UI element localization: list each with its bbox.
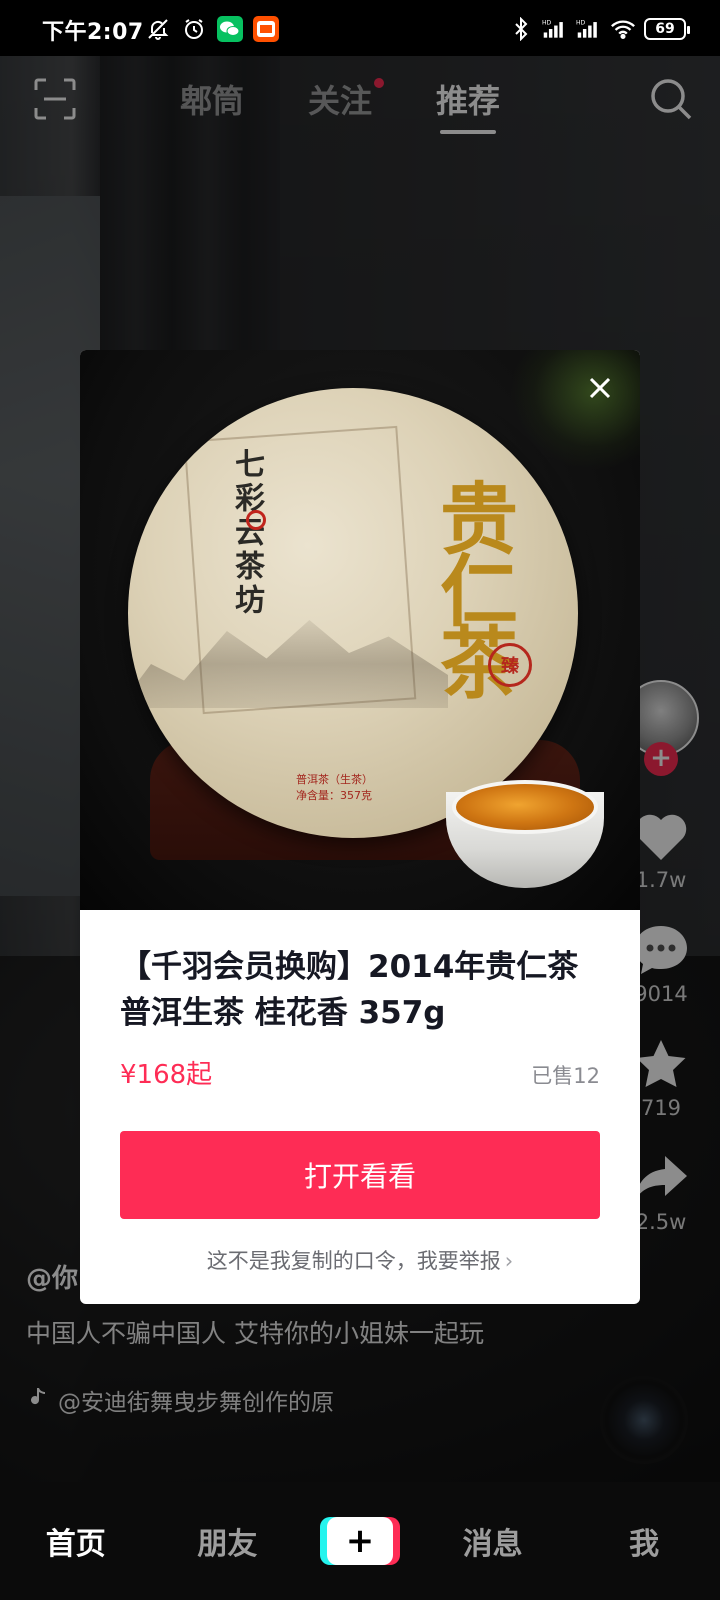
price-row: ¥168起 已售12 (120, 1054, 600, 1091)
svg-text:HD: HD (576, 20, 586, 27)
brand-text: 七彩云茶坊 (229, 448, 264, 618)
status-left-icons (145, 16, 279, 42)
status-time: 下午2:07 (42, 20, 144, 45)
cake-label: 普洱茶（生茶） 净含量：357克 (296, 772, 373, 804)
taobao-icon (253, 16, 279, 42)
cake-label-line2: 净含量：357克 (296, 789, 372, 802)
product-price: ¥168起 (120, 1060, 213, 1090)
modal-body: 【千羽会员换购】2014年贵仁茶 普洱生茶 桂花香 357g ¥168起 已售1… (80, 910, 640, 1275)
red-seal: 臻 (488, 643, 532, 687)
screen: 下午2:07 HD HD 69 郫筒 关注 推荐 + 1.7w 9014 719… (0, 0, 720, 1600)
bottom-tab-bar: 首页 朋友 + 消息 我 (0, 1482, 720, 1600)
brand-seal-icon (246, 510, 266, 530)
tab-home[interactable]: 首页 (21, 1519, 131, 1563)
battery-level: 69 (655, 21, 675, 37)
tab-me[interactable]: 我 (589, 1519, 699, 1563)
chevron-right-icon: › (504, 1249, 514, 1273)
close-icon (589, 377, 611, 399)
report-link[interactable]: 这不是我复制的口令，我要举报 › (120, 1245, 600, 1275)
wifi-icon (610, 16, 636, 42)
sold-count: 已售12 (531, 1064, 600, 1088)
battery-icon: 69 (644, 18, 690, 40)
bluetooth-icon (508, 16, 534, 42)
wechat-icon (217, 16, 243, 42)
product-image[interactable]: 七彩云茶坊 贵仁茶 臻 普洱茶（生茶） 净含量：357克 (80, 350, 640, 910)
cake-label-line1: 普洱茶（生茶） (296, 773, 373, 786)
create-button-face: + (326, 1517, 393, 1565)
report-link-text: 这不是我复制的口令，我要举报 (206, 1249, 501, 1273)
signal-hd-icon: HD (542, 16, 568, 42)
close-button[interactable] (582, 370, 618, 406)
alarm-icon (181, 16, 207, 42)
signal-hd-icon: HD (576, 16, 602, 42)
bell-off-icon (145, 16, 171, 42)
svg-text:HD: HD (542, 20, 552, 27)
open-button[interactable]: 打开看看 (120, 1131, 600, 1219)
tea-cup (446, 780, 604, 890)
status-right-icons: HD HD 69 (508, 16, 690, 42)
tab-messages[interactable]: 消息 (438, 1519, 548, 1563)
product-title: 【千羽会员换购】2014年贵仁茶 普洱生茶 桂花香 357g (120, 949, 579, 1031)
create-button[interactable]: + (319, 1517, 400, 1565)
leaf-decoration (510, 350, 640, 470)
cup-tea (452, 780, 598, 834)
product-modal: 七彩云茶坊 贵仁茶 臻 普洱茶（生茶） 净含量：357克 【千羽会员换购】201… (80, 350, 640, 1304)
tea-cake: 七彩云茶坊 贵仁茶 臻 普洱茶（生茶） 净含量：357克 (128, 388, 578, 838)
status-bar: 下午2:07 HD HD 69 (0, 0, 720, 56)
tab-friends[interactable]: 朋友 (172, 1519, 282, 1563)
plus-icon: + (345, 1521, 375, 1561)
